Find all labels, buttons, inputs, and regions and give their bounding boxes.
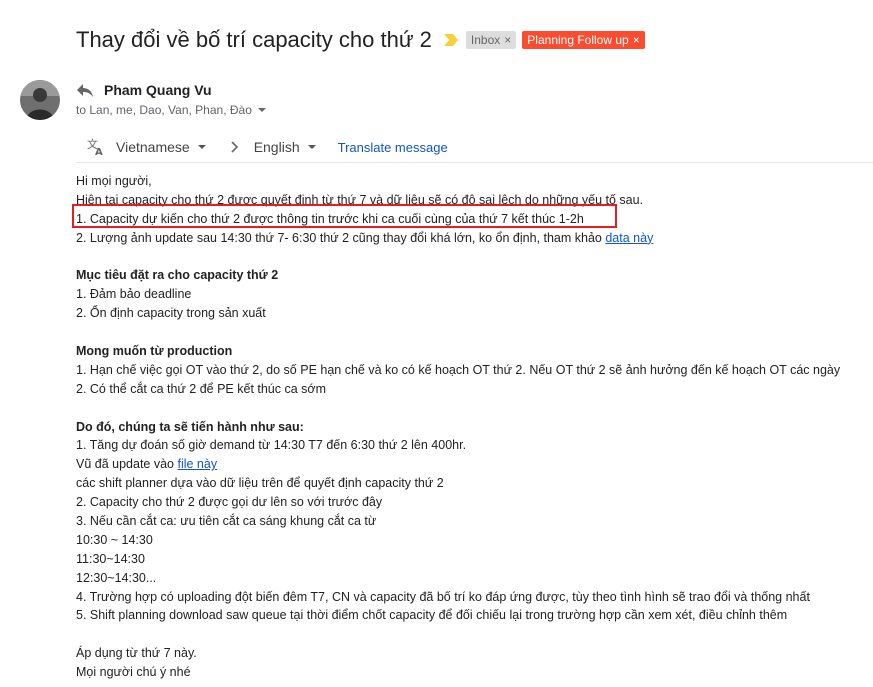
data-link[interactable]: data này: [605, 231, 653, 245]
message-body: Hi mọi người, Hiện tại capacity cho thứ …: [76, 172, 873, 682]
sender-name[interactable]: Pham Quang Vu: [104, 82, 212, 98]
reason-2: 2. Lượng ảnh update sau 14:30 thứ 7- 6:3…: [76, 229, 873, 248]
wish-2: 2. Có thể cắt ca thứ 2 để PE kết thúc ca…: [76, 381, 327, 396]
importance-marker-icon[interactable]: [443, 34, 458, 46]
action-1-sub-2: các shift planner dựa vào dữ liệu trên đ…: [76, 476, 444, 491]
recipients[interactable]: to Lan, me, Dao, Van, Phan, Đào: [76, 103, 266, 117]
label-planning-text: Planning Follow up: [527, 33, 629, 47]
action-4: 4. Trường hợp có uploading đột biến đêm …: [76, 589, 810, 604]
time-slot-2: 11:30~14:30: [76, 551, 145, 566]
action-3: 3. Nếu cần cắt ca: ưu tiên cắt ca sáng k…: [76, 514, 377, 529]
goal-1: 1. Đảm bảo deadline: [76, 287, 192, 302]
label-inbox-text: Inbox: [470, 33, 501, 47]
avatar[interactable]: [20, 80, 60, 120]
target-language-chevron-down-icon: [307, 145, 316, 149]
source-language-chevron-down-icon: [197, 145, 206, 149]
action-1-sub-1: Vũ đã update vào file này: [76, 455, 873, 474]
goal-2: 2. Ổn định capacity trong sản xuất: [76, 306, 266, 321]
remove-label-planning-icon[interactable]: ×: [633, 33, 640, 47]
closing-2: Mọi người chú ý nhé: [76, 665, 191, 680]
goals-heading: Mục tiêu đặt ra cho capacity thứ 2: [76, 268, 279, 283]
subject-row: Thay đổi về bố trí capacity cho thứ 2 In…: [76, 24, 645, 56]
recipients-chevron-down-icon[interactable]: [257, 108, 266, 112]
file-link[interactable]: file này: [177, 457, 217, 471]
source-language-label: Vietnamese: [116, 139, 190, 155]
chevron-right-icon: [231, 141, 238, 153]
translate-message-link[interactable]: Translate message: [338, 140, 448, 155]
reason-2-text: 2. Lượng ảnh update sau 14:30 thứ 7- 6:3…: [76, 230, 606, 245]
time-slot-3: 12:30~14:30...: [76, 570, 157, 585]
target-language-label: English: [253, 139, 300, 155]
source-language-select[interactable]: Vietnamese: [116, 139, 206, 155]
recipients-text: to Lan, me, Dao, Van, Phan, Đào: [76, 103, 252, 117]
reply-icon[interactable]: [76, 82, 94, 98]
translate-bar: 文 A Vietnamese English Translate message: [76, 132, 873, 163]
action-1: 1. Tăng dự đoán số giờ demand từ 14:30 T…: [76, 438, 467, 453]
translate-icon: 文 A: [87, 137, 103, 157]
actions-heading: Do đó, chúng ta sẽ tiến hành như sau:: [76, 419, 304, 434]
highlight-annotation-box: [72, 204, 617, 228]
action-5: 5. Shift planning download saw queue tại…: [76, 608, 788, 623]
greeting: Hi mọi người,: [76, 174, 152, 188]
closing-1: Áp dụng từ thứ 7 này.: [76, 646, 197, 661]
wish-1: 1. Hạn chế việc gọi OT vào thứ 2, do số …: [76, 362, 841, 377]
svg-text:A: A: [95, 147, 103, 157]
label-planning-follow-up[interactable]: Planning Follow up ×: [522, 31, 645, 49]
action-2: 2. Capacity cho thứ 2 được gọi dư lên so…: [76, 495, 383, 510]
action-1-sub-1-text: Vũ đã update vào: [76, 457, 178, 472]
email-subject: Thay đổi về bố trí capacity cho thứ 2: [76, 27, 432, 52]
time-slot-1: 10:30 ~ 14:30: [76, 532, 153, 547]
wishes-heading: Mong muốn từ production: [76, 344, 233, 359]
remove-label-inbox-icon[interactable]: ×: [504, 33, 511, 47]
label-inbox[interactable]: Inbox ×: [465, 31, 517, 49]
target-language-select[interactable]: English: [254, 139, 316, 155]
